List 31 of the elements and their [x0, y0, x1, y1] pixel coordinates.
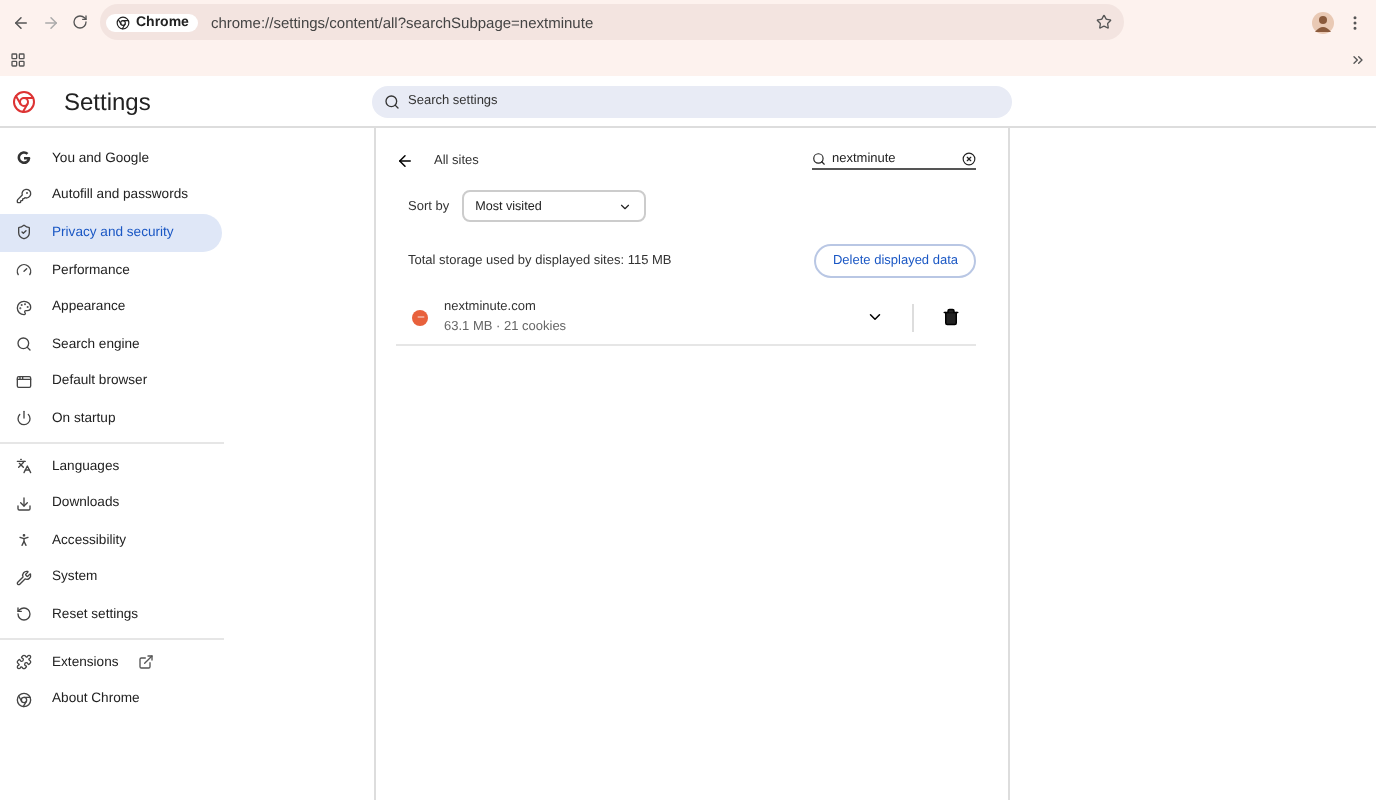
back-icon[interactable]: [396, 151, 414, 169]
gauge-icon: [16, 262, 32, 279]
wrench-icon: [16, 569, 32, 586]
settings-title: Settings: [64, 87, 151, 115]
clear-icon[interactable]: [962, 151, 976, 165]
window-icon: [16, 373, 32, 390]
reload-icon[interactable]: [72, 14, 88, 30]
avatar-icon[interactable]: [1312, 11, 1334, 33]
search-icon: [812, 151, 826, 165]
dropdown-caret-icon: [617, 199, 632, 213]
download-icon: [16, 495, 32, 512]
key-icon: [16, 187, 32, 204]
search-icon: [16, 336, 32, 353]
reset-icon: [16, 606, 32, 623]
puzzle-icon: [16, 654, 32, 671]
expand-icon[interactable]: [866, 308, 884, 326]
shield-icon: [16, 224, 32, 241]
apps-icon[interactable]: [10, 52, 26, 68]
chrome-icon: [116, 15, 130, 29]
palette-icon: [16, 299, 32, 316]
translate-icon: [16, 458, 32, 475]
g-logo-icon: [16, 150, 32, 167]
chevrons-icon[interactable]: [1350, 52, 1366, 68]
person-icon: [16, 532, 32, 549]
chrome-logo-icon: [12, 89, 36, 113]
chrome-icon: [16, 691, 32, 708]
back-icon[interactable]: [12, 13, 30, 31]
power-icon: [16, 410, 32, 427]
search-icon: [384, 93, 400, 109]
star-icon[interactable]: [1096, 14, 1112, 30]
delete-icon[interactable]: [942, 308, 960, 326]
